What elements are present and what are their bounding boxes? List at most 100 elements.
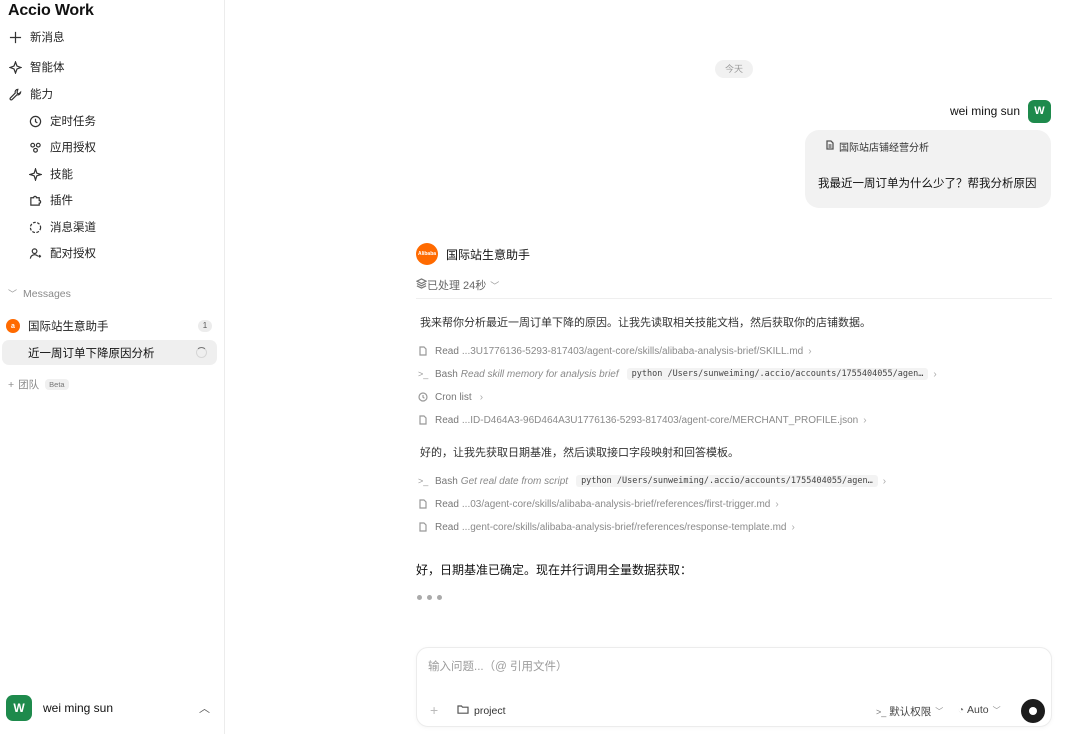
file-icon — [418, 346, 430, 356]
agent-group-name: 国际站生意助手 — [28, 321, 109, 333]
sidebar: Accio Work 新消息 智能体 能力 定时任务 应用授权 技能 插件 消息… — [0, 0, 225, 734]
project-selector[interactable]: project — [457, 703, 506, 718]
step-path: ...ID-D464A3-96D464A3U1776136-5293-81740… — [461, 414, 859, 426]
nav-scheduled-tasks[interactable]: 定时任务 — [28, 110, 96, 132]
stop-button[interactable] — [1021, 699, 1045, 723]
chevron-right-icon: › — [775, 498, 779, 510]
user-menu[interactable]: W wei ming sun ︿ — [6, 694, 216, 722]
agent-group-item[interactable]: a 国际站生意助手 1 — [6, 316, 218, 336]
tool-step-cron[interactable]: Cron list › — [418, 389, 483, 405]
message-author: wei ming sun — [949, 104, 1020, 118]
nav-label: 消息渠道 — [50, 222, 96, 234]
terminal-icon: >_ — [418, 476, 429, 486]
nav-skills[interactable]: 技能 — [28, 163, 73, 185]
message-input[interactable]: 输入问题...（@ 引用文件） — [428, 658, 567, 674]
chevron-down-icon: ﹀ — [490, 280, 500, 291]
divider — [416, 298, 1052, 299]
nav-app-authorization[interactable]: 应用授权 — [28, 136, 96, 158]
app-logo: Accio Work — [8, 2, 94, 19]
terminal-icon: >_ — [418, 369, 429, 379]
chevron-down-icon: ﹀ — [935, 707, 944, 716]
nav-label: 能力 — [30, 89, 53, 101]
star-icon — [28, 167, 42, 181]
message-composer: 输入问题...（@ 引用文件） + project >_ 默认权限 ﹀ ◔ Au… — [416, 647, 1052, 727]
gauge-icon: ◔ — [958, 704, 965, 716]
nav-label: 智能体 — [30, 62, 65, 74]
step-verb: Read — [435, 498, 459, 510]
step-path: ...03/agent-core/skills/alibaba-analysis… — [461, 498, 771, 510]
avatar: W — [1028, 99, 1051, 123]
plus-icon: + — [8, 378, 15, 391]
tool-step-bash[interactable]: >_ Bash Get real date from script python… — [418, 473, 886, 489]
terminal-icon: >_ — [876, 706, 887, 717]
mode-dropdown[interactable]: ◔ Auto ﹀ — [958, 704, 1001, 716]
avatar: W — [6, 695, 32, 721]
nav-pairing-authorization[interactable]: 配对授权 — [28, 242, 96, 264]
step-verb: Read — [435, 521, 459, 533]
nav-capabilities[interactable]: 能力 — [8, 83, 53, 105]
alibaba-logo-icon: a — [6, 319, 20, 333]
sparkle-icon — [8, 60, 22, 74]
messages-section-toggle[interactable]: ﹀ Messages — [8, 287, 71, 300]
step-path: ...3U1776136-5293-817403/agent-core/skil… — [461, 345, 804, 357]
team-add-button[interactable]: + 团队 Beta — [8, 377, 69, 392]
date-separator: 今天 — [715, 60, 753, 78]
loading-spinner-icon — [196, 347, 207, 358]
step-command: python /Users/sunweiming/.accio/accounts… — [626, 368, 929, 380]
mode-label: Auto — [967, 704, 989, 716]
nav-agents[interactable]: 智能体 — [8, 56, 65, 78]
chevron-down-icon: ﹀ — [992, 705, 1001, 715]
file-icon — [418, 499, 430, 509]
team-label: 团队 — [18, 379, 40, 391]
alibaba-logo-icon: Alibaba — [416, 243, 438, 265]
nav-label: 定时任务 — [50, 116, 96, 128]
chevron-right-icon: › — [863, 414, 867, 426]
app-auth-icon — [28, 140, 42, 154]
tool-step-read[interactable]: Read ...3U1776136-5293-817403/agent-core… — [418, 343, 812, 359]
file-icon — [418, 415, 430, 425]
stop-icon — [1029, 707, 1037, 715]
nav-label: 应用授权 — [50, 142, 96, 154]
agent-message-header: Alibaba 国际站生意助手 — [416, 243, 530, 265]
nav-new-message[interactable]: 新消息 — [8, 26, 65, 48]
unread-count-badge: 1 — [198, 320, 212, 332]
step-description: Get real date from script — [460, 475, 569, 487]
tool-step-bash[interactable]: >_ Bash Read skill memory for analysis b… — [418, 366, 937, 382]
add-attachment-button[interactable]: + — [430, 702, 438, 718]
agent-mid-text: 好的，让我先获取日期基准，然后读取接口字段映射和回答模板。 — [420, 447, 739, 459]
tool-step-read[interactable]: Read ...03/agent-core/skills/alibaba-ana… — [418, 496, 779, 512]
nav-message-channels[interactable]: 消息渠道 — [28, 216, 96, 238]
conversation-title: 近一周订单下降原因分析 — [28, 347, 155, 360]
permission-dropdown[interactable]: >_ 默认权限 ﹀ — [876, 704, 943, 719]
tool-step-read[interactable]: Read ...gent-core/skills/alibaba-analysi… — [418, 519, 795, 535]
step-verb: Read — [435, 345, 459, 357]
nav-label: 技能 — [50, 169, 73, 181]
chat-area: 今天 wei ming sun W 国际站店铺经营分析 我最近一周订单为什么少了… — [225, 0, 1080, 734]
step-path: ...gent-core/skills/alibaba-analysis-bri… — [461, 521, 787, 533]
nav-label: 插件 — [50, 195, 73, 207]
skill-reference-label: 国际站店铺经营分析 — [839, 143, 929, 154]
step-description: Read skill memory for analysis brief — [460, 368, 619, 380]
nav-label: 配对授权 — [50, 248, 96, 260]
processing-summary-toggle[interactable]: 已处理 24秒 ﹀ — [415, 277, 500, 293]
agent-name: 国际站生意助手 — [446, 247, 531, 262]
nav-plugins[interactable]: 插件 — [28, 189, 73, 211]
chevron-right-icon: › — [882, 475, 887, 487]
chevron-up-icon[interactable]: ︿ — [199, 700, 210, 716]
clock-icon — [28, 114, 42, 128]
chevron-right-icon: › — [808, 345, 812, 357]
channel-icon — [28, 220, 42, 234]
skill-reference-chip[interactable]: 国际站店铺经营分析 — [825, 139, 929, 154]
section-label: Messages — [23, 287, 71, 300]
user-message-header: wei ming sun W — [950, 99, 1051, 123]
conversation-item-active[interactable]: 近一周订单下降原因分析 — [2, 340, 217, 365]
tool-step-read[interactable]: Read ...ID-D464A3-96D464A3U1776136-5293-… — [418, 412, 867, 428]
agent-intro-text: 我来帮你分析最近一周订单下降的原因。让我先读取相关技能文档，然后获取你的店铺数据… — [420, 317, 871, 329]
agent-status-text: 好，日期基准已确定。现在并行调用全量数据获取： — [416, 563, 693, 577]
user-question: 我最近一周订单为什么少了？帮我分析原因 — [818, 178, 1037, 190]
beta-badge: Beta — [45, 379, 69, 390]
project-label: project — [474, 704, 506, 717]
permission-label: 默认权限 — [889, 706, 932, 718]
step-command: python /Users/sunweiming/.accio/accounts… — [576, 475, 878, 487]
wrench-icon — [8, 87, 22, 101]
